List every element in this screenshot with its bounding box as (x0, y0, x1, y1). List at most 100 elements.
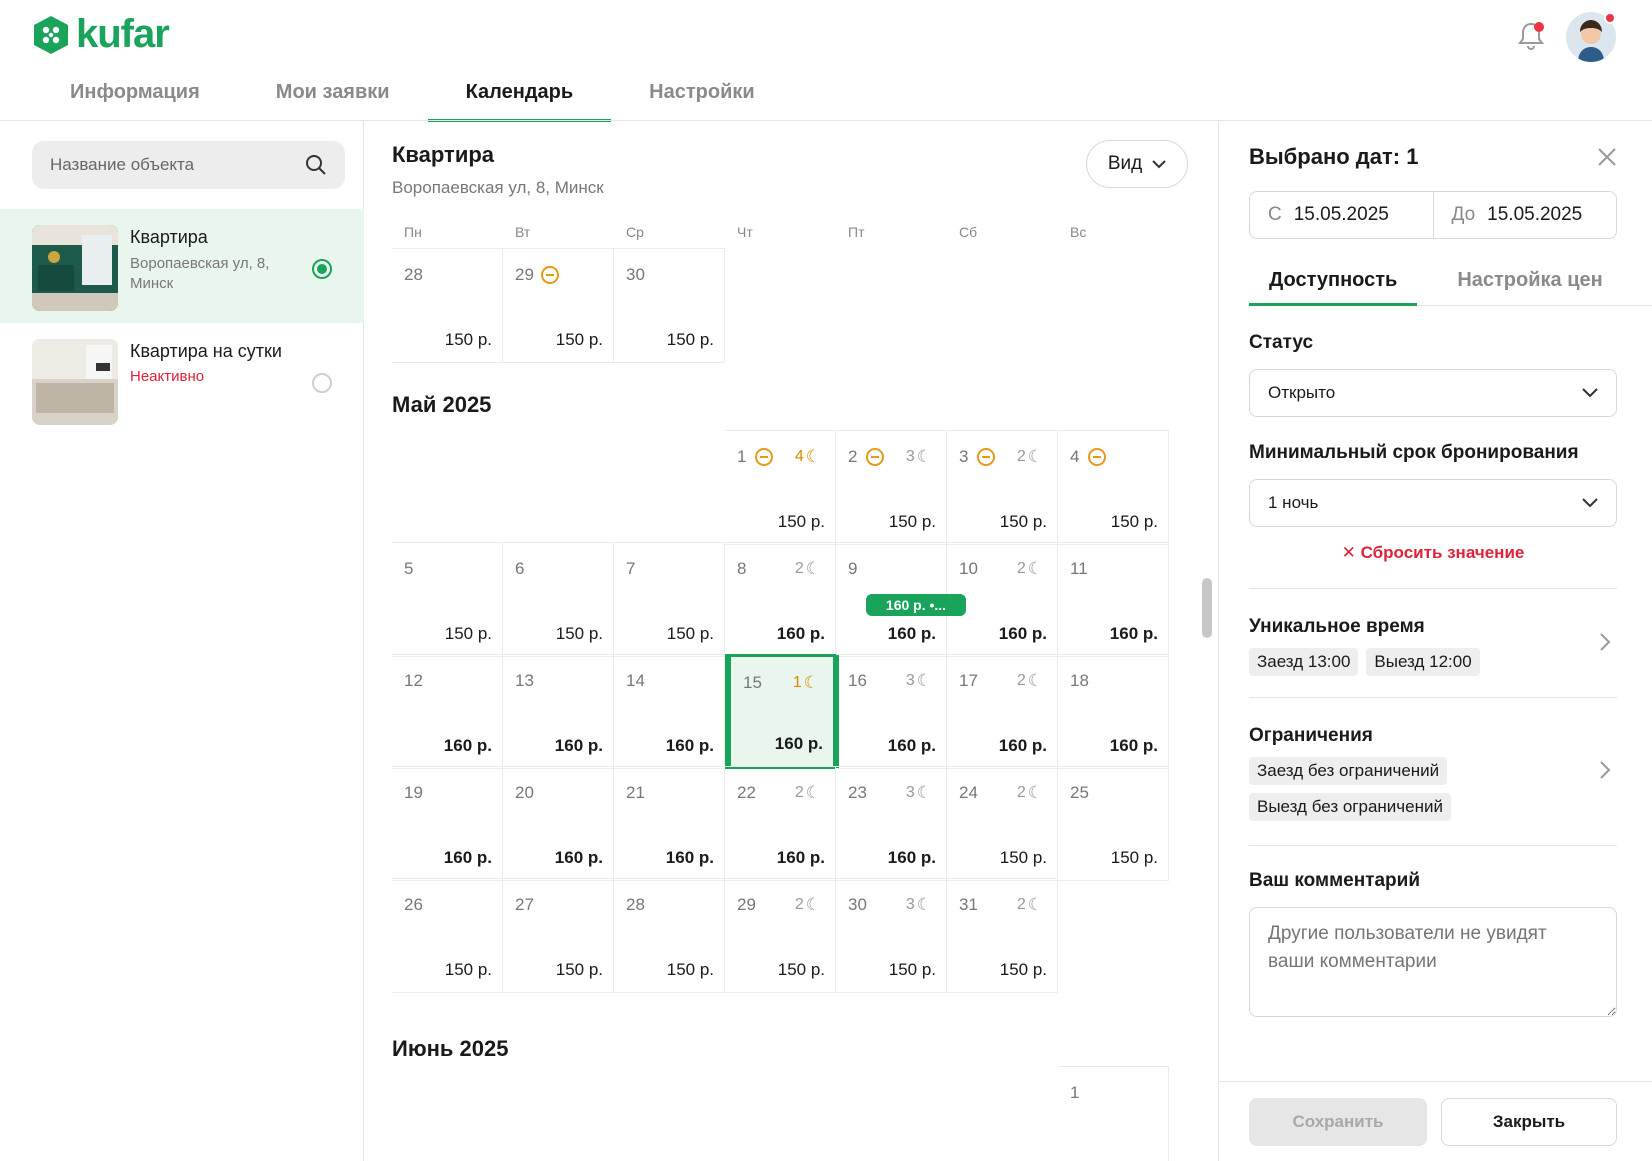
object-name: Квартира на сутки (130, 341, 282, 361)
object-item-apartment[interactable]: Квартира Воропаевская ул, 8, Минск (0, 209, 364, 323)
calendar-day-cell[interactable]: 17 2 ☾ 160 р. (947, 654, 1058, 769)
calendar-day-cell[interactable]: 13 160 р. (503, 654, 614, 769)
calendar-day-cell[interactable]: 7 150 р. (614, 542, 725, 657)
calendar-day-cell[interactable]: 14 160 р. (614, 654, 725, 769)
object-photo (32, 225, 118, 311)
moon-icon: ☾ (1027, 559, 1043, 578)
day-price: 150 р. (444, 960, 492, 979)
weekday-0: Пн (404, 224, 422, 240)
day-number: 20 (515, 783, 534, 802)
min-nights-badge: 2 ☾ (1017, 783, 1043, 803)
day-number: 5 (404, 559, 414, 578)
calendar-day-cell[interactable]: 29 150 р. (503, 248, 614, 363)
checkout-chip: Выезд 12:00 (1366, 648, 1480, 676)
day-price: 150 р. (555, 960, 603, 979)
chevron-right-icon[interactable] (1598, 760, 1612, 780)
closed-status-icon (1088, 448, 1106, 466)
min-nights-value: 2 (1016, 896, 1026, 913)
day-price: 150 р. (1110, 512, 1158, 531)
calendar-scrollbar[interactable] (1197, 255, 1217, 1161)
close-icon[interactable] (1596, 146, 1618, 168)
calendar-day-cell[interactable]: 4 150 р. (1058, 430, 1169, 545)
moon-icon: ☾ (916, 783, 932, 802)
calendar-day-cell[interactable]: 20 160 р. (503, 766, 614, 881)
min-nights-value: 4 (794, 448, 804, 465)
day-number: 17 (959, 671, 978, 690)
tab-info[interactable]: Информация (32, 66, 238, 122)
calendar-day-cell[interactable]: 1 4 ☾ 150 р. (725, 430, 836, 545)
object-photo (32, 339, 118, 425)
calendar-day-cell[interactable]: 26 150 р. (392, 878, 503, 993)
calendar-day-cell[interactable]: 16 3 ☾ 160 р. (836, 654, 947, 769)
calendar-title: Квартира (392, 142, 495, 167)
chevron-right-icon[interactable] (1598, 632, 1612, 652)
restriction-chip-in-row: Заезд без ограничений (1249, 757, 1455, 785)
kufar-logo[interactable]: kufar (32, 12, 170, 57)
calendar-day-cell[interactable]: 2 3 ☾ 150 р. (836, 430, 947, 545)
calendar-day-cell[interactable]: 28 150 р. (614, 878, 725, 993)
day-price: 150 р. (888, 512, 936, 531)
min-nights-badge: 3 ☾ (906, 671, 932, 691)
calendar-day-cell[interactable]: 18 160 р. (1058, 654, 1169, 769)
tab-settings[interactable]: Настройки (611, 66, 793, 122)
scrollbar-thumb[interactable] (1202, 578, 1212, 638)
day-price: 150 р. (666, 330, 714, 349)
calendar-day-cell[interactable]: 12 160 р. (392, 654, 503, 769)
restriction-chip-out-row: Выезд без ограничений (1249, 793, 1459, 821)
tab-calendar[interactable]: Календарь (427, 66, 612, 122)
calendar-day-cell[interactable]: 5 150 р. (392, 542, 503, 657)
calendar-day-cell[interactable]: 25 150 р. (1058, 766, 1169, 881)
min-nights-value: 2 (1016, 784, 1026, 801)
calendar-day-cell[interactable]: 1 (1058, 1066, 1169, 1161)
tab-availability[interactable]: Доступность (1249, 258, 1418, 306)
reset-value-button[interactable]: ✕ Сбросить значение (1249, 543, 1617, 563)
view-dropdown-button[interactable]: Вид (1086, 140, 1188, 188)
checkin-chip: Заезд 13:00 (1249, 648, 1359, 676)
calendar-day-cell[interactable]: 22 2 ☾ 160 р. (725, 766, 836, 881)
object-radio[interactable] (312, 373, 332, 393)
close-button[interactable]: Закрыть (1441, 1098, 1617, 1146)
calendar-day-cell[interactable]: 23 3 ☾ 160 р. (836, 766, 947, 881)
calendar-day-cell[interactable]: 15 1 ☾ 160 р. (725, 654, 839, 769)
object-search-input[interactable]: Название объекта (32, 141, 345, 189)
calendar-day-cell[interactable]: 28 150 р. (392, 248, 503, 363)
day-price: 160 р. (776, 848, 825, 867)
day-number: 15 (743, 673, 762, 692)
object-radio-selected[interactable] (312, 259, 332, 279)
calendar-day-cell[interactable]: 30 150 р. (614, 248, 725, 363)
day-price: 150 р. (777, 960, 825, 979)
save-button[interactable]: Сохранить (1249, 1098, 1427, 1146)
date-from-field[interactable]: С 15.05.2025 (1250, 192, 1433, 238)
min-nights-badge: 2 ☾ (1017, 447, 1043, 467)
weekday-3: Чт (737, 224, 753, 240)
day-price: 150 р. (666, 624, 714, 643)
calendar-day-cell[interactable]: 3 2 ☾ 150 р. (947, 430, 1058, 545)
min-nights-badge: 3 ☾ (906, 447, 932, 467)
calendar-day-cell[interactable]: 31 2 ☾ 150 р. (947, 878, 1058, 993)
search-icon[interactable] (305, 154, 327, 176)
booking-pill[interactable]: 160 р. •... (866, 594, 966, 616)
min-nights-value: 3 (905, 896, 915, 913)
calendar-day-cell[interactable]: 27 150 р. (503, 878, 614, 993)
tab-price-settings[interactable]: Настройка цен (1437, 258, 1622, 306)
tab-my-requests[interactable]: Мои заявки (238, 66, 428, 122)
calendar-day-cell[interactable]: 30 3 ☾ 150 р. (836, 878, 947, 993)
notifications-button[interactable] (1516, 20, 1546, 52)
object-item-daily-apartment[interactable]: Квартира на сутки Неактивно (0, 323, 364, 437)
date-to-field[interactable]: До 15.05.2025 (1432, 192, 1617, 238)
moon-icon: ☾ (1027, 671, 1043, 690)
calendar-day-cell[interactable]: 19 160 р. (392, 766, 503, 881)
status-value: Открыто (1268, 383, 1336, 402)
comment-textarea[interactable] (1249, 907, 1617, 1017)
calendar-day-cell[interactable]: 21 160 р. (614, 766, 725, 881)
section-divider (1249, 697, 1617, 698)
calendar-day-cell[interactable]: 6 150 р. (503, 542, 614, 657)
calendar-day-cell[interactable]: 11 160 р. (1058, 542, 1169, 657)
calendar-day-cell[interactable]: 24 2 ☾ 150 р. (947, 766, 1058, 881)
status-select[interactable]: Открыто (1249, 369, 1617, 417)
weekday-4: Пт (848, 224, 865, 240)
day-price: 160 р. (998, 736, 1047, 755)
calendar-day-cell[interactable]: 8 2 ☾ 160 р. (725, 542, 836, 657)
min-stay-select[interactable]: 1 ночь (1249, 479, 1617, 527)
calendar-day-cell[interactable]: 29 2 ☾ 150 р. (725, 878, 836, 993)
